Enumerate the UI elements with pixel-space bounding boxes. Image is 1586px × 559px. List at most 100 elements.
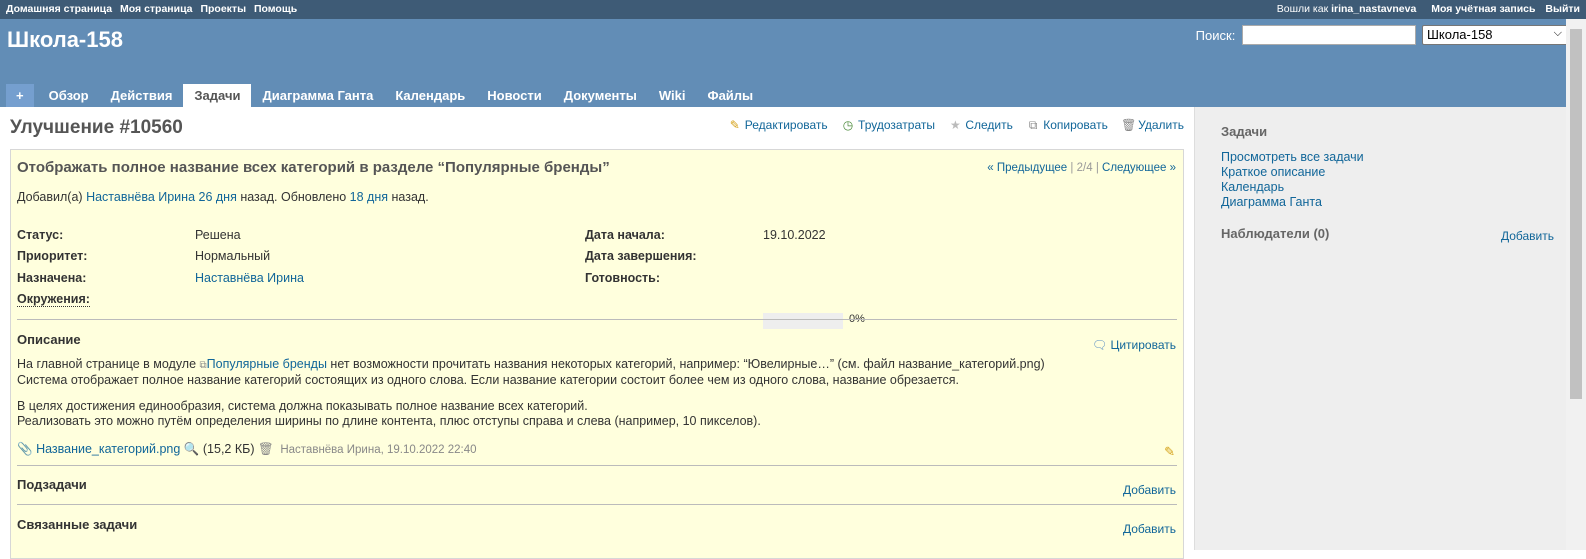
watchers-title: Наблюдатели (0) xyxy=(1221,226,1330,241)
help-link[interactable]: Помощь xyxy=(254,3,297,15)
previous-issue-link[interactable]: « Предыдущее xyxy=(987,162,1067,174)
updated-ago-link[interactable]: 18 дня xyxy=(350,190,388,204)
home-link[interactable]: Домашняя страница xyxy=(6,3,112,15)
top-menu: Домашняя страница Моя страница Проекты П… xyxy=(0,0,1586,19)
delete-button[interactable]: 🗑 Удалить xyxy=(1121,118,1184,132)
start-date-value: 19.10.2022 xyxy=(763,228,826,242)
project-jump-select[interactable]: Школа-158 ⌵ xyxy=(1422,25,1568,45)
watch-label: Следить xyxy=(965,118,1013,132)
due-date-label: Дата завершения: xyxy=(585,249,697,263)
attachment-link[interactable]: Название_категорий.png xyxy=(36,442,180,456)
scrollbar-thumb[interactable] xyxy=(1570,29,1582,399)
my-page-link[interactable]: Моя страница xyxy=(120,3,193,15)
issue-details: Отображать полное название всех категори… xyxy=(10,149,1184,559)
nav-separator: | xyxy=(1070,162,1074,174)
log-time-label: Трудозатраты xyxy=(858,118,935,132)
scrollbar[interactable] xyxy=(1566,19,1586,550)
issue-position: 2/4 xyxy=(1076,162,1093,174)
ago-label: назад. xyxy=(391,190,429,204)
attachment: 📎 Название_категорий.png 🔍 (15,2 КБ) 🗑 Н… xyxy=(17,442,477,457)
edit-button[interactable]: ✎ Редактировать xyxy=(728,118,831,132)
description-paragraph: Система отображает полное название катег… xyxy=(17,373,959,387)
logout-link[interactable]: Выйти xyxy=(1545,3,1580,15)
username-link[interactable]: irina_nastavneva xyxy=(1331,3,1416,15)
created-ago-link[interactable]: 26 дня xyxy=(199,190,237,204)
my-account-link[interactable]: Моя учётная запись xyxy=(1431,3,1535,15)
assignee-label: Назначена: xyxy=(17,271,87,285)
watch-button[interactable]: ★ Следить xyxy=(948,118,1016,132)
trash-icon[interactable]: 🗑 xyxy=(258,442,274,456)
sidebar-item-summary[interactable]: Краткое описание xyxy=(1221,165,1364,180)
tab-files[interactable]: Файлы xyxy=(696,84,764,107)
issue-navigation: « Предыдущее | 2/4 | Следующее » xyxy=(987,162,1176,174)
add-watcher-link[interactable]: Добавить xyxy=(1501,229,1554,243)
add-subtask-link[interactable]: Добавить xyxy=(1123,483,1176,497)
tab-calendar[interactable]: Календарь xyxy=(384,84,476,107)
divider xyxy=(17,465,1177,466)
copy-label: Копировать xyxy=(1043,118,1108,132)
sidebar-item-all-issues[interactable]: Просмотреть все задачи xyxy=(1221,150,1364,165)
attachment-meta: Наставнёва Ирина, 19.10.2022 22:40 xyxy=(280,444,477,456)
delete-label: Удалить xyxy=(1138,118,1184,132)
description-text-part: На главной странице в модуле xyxy=(17,357,197,371)
issue-subject: Отображать полное название всех категори… xyxy=(17,159,610,176)
logged-as-label: Вошли как xyxy=(1276,3,1329,15)
description-text-part: нет возможности прочитать названия некот… xyxy=(330,357,1045,371)
sidebar-item-gantt[interactable]: Диаграмма Ганта xyxy=(1221,195,1364,210)
page-title: Улучшение #10560 xyxy=(10,117,183,138)
edit-label: Редактировать xyxy=(744,118,828,132)
start-date-label: Дата начала: xyxy=(585,228,665,242)
sidebar: Задачи Просмотреть все задачи Краткое оп… xyxy=(1194,107,1566,550)
pencil-icon[interactable]: ✎ xyxy=(1164,444,1175,460)
comment-icon: 🗨 xyxy=(1091,338,1108,352)
status-value: Решена xyxy=(195,228,241,242)
divider xyxy=(17,504,1177,505)
assignee-link[interactable]: Наставнёва Ирина xyxy=(195,271,304,285)
sidebar-item-calendar[interactable]: Календарь xyxy=(1221,180,1364,195)
project-jump-value: Школа-158 xyxy=(1427,27,1493,42)
clock-icon: ◷ xyxy=(842,118,854,132)
issue-author: Добавил(а) Наставнёва Ирина 26 дня назад… xyxy=(17,190,429,204)
quote-button[interactable]: 🗨 Цитировать xyxy=(1092,338,1176,352)
author-link[interactable]: Наставнёва Ирина xyxy=(86,190,195,204)
copy-icon: ⧉ xyxy=(1028,118,1038,132)
trash-icon: 🗑 xyxy=(1121,118,1137,132)
nav-separator: | xyxy=(1095,162,1099,174)
next-issue-link[interactable]: Следующее » xyxy=(1102,162,1176,174)
tab-gantt[interactable]: Диаграмма Ганта xyxy=(251,84,384,107)
sidebar-title: Задачи xyxy=(1221,124,1268,139)
added-by-label: Добавил(а) xyxy=(17,190,83,204)
relations-title: Связанные задачи xyxy=(17,517,138,532)
search-label: Поиск: xyxy=(1195,27,1236,43)
magnifier-icon[interactable]: 🔍 xyxy=(184,442,200,456)
tab-activity[interactable]: Действия xyxy=(100,84,184,107)
tab-news[interactable]: Новости xyxy=(476,84,553,107)
tab-new[interactable]: + xyxy=(6,84,34,107)
tab-issues[interactable]: Задачи xyxy=(183,84,252,107)
popular-brands-link[interactable]: Популярные бренды xyxy=(207,357,327,371)
quote-label: Цитировать xyxy=(1110,338,1176,352)
quick-search: Поиск: Школа-158 ⌵ xyxy=(1196,25,1568,45)
status-label: Статус: xyxy=(17,228,64,242)
add-relation-link[interactable]: Добавить xyxy=(1123,522,1176,536)
link-icon: ⧉ xyxy=(199,360,207,371)
projects-link[interactable]: Проекты xyxy=(200,3,246,15)
paperclip-icon: 📎 xyxy=(17,442,33,456)
star-icon: ★ xyxy=(949,118,961,132)
tab-documents[interactable]: Документы xyxy=(553,84,648,107)
chevron-down-icon: ⌵ xyxy=(1553,27,1562,39)
main-menu: + Обзор Действия Задачи Диаграмма Ганта … xyxy=(6,84,764,107)
tab-overview[interactable]: Обзор xyxy=(38,84,100,107)
done-label: Готовность: xyxy=(585,271,661,285)
log-time-button[interactable]: ◷ Трудозатраты xyxy=(841,118,938,132)
project-title[interactable]: Школа-158 xyxy=(7,27,123,53)
divider xyxy=(17,319,1177,320)
description-text: На главной странице в модуле ⧉Популярные… xyxy=(17,357,1045,440)
subtasks-title: Подзадачи xyxy=(17,477,87,492)
tab-wiki[interactable]: Wiki xyxy=(648,84,697,107)
content: Улучшение #10560 ✎ Редактировать ◷ Трудоза… xyxy=(0,107,1194,559)
description-title: Описание xyxy=(17,332,81,347)
search-input[interactable] xyxy=(1241,25,1416,45)
copy-button[interactable]: ⧉ Копировать xyxy=(1026,118,1111,132)
description-paragraph: Реализовать это можно путём определения … xyxy=(17,414,761,428)
